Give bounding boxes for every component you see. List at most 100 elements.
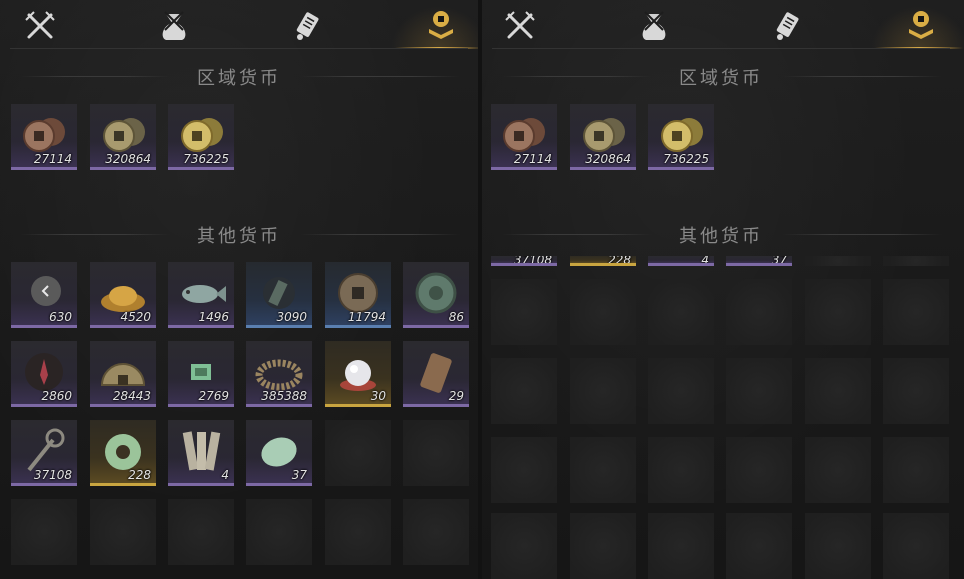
tab-currency[interactable]	[871, 6, 964, 49]
scroll-icon	[776, 12, 799, 40]
empty-slot	[648, 513, 714, 579]
section-title-other: 其他货币	[197, 226, 281, 247]
currency-slot[interactable]: 385388	[246, 341, 312, 407]
pouch-icon	[642, 11, 666, 40]
item-quantity: 736225	[663, 152, 709, 166]
empty-slot	[648, 279, 714, 345]
item-quantity: 2769	[198, 389, 229, 403]
section-title-regional: 区域货币	[679, 68, 763, 89]
item-quantity: 4	[221, 468, 229, 482]
empty-slot	[883, 256, 949, 266]
item-quantity: 228	[128, 468, 151, 482]
tab-quests[interactable]	[768, 6, 808, 46]
currency-slot[interactable]: 86	[403, 262, 469, 328]
tab-quests[interactable]	[288, 6, 328, 46]
tab-equipment[interactable]	[20, 6, 60, 46]
currency-slot[interactable]: 630	[11, 262, 77, 328]
empty-slot	[325, 499, 391, 565]
currency-panel-right: 区域货币 27114 320864 736225 其他货币 37108 228 …	[482, 0, 964, 579]
currency-icon	[429, 11, 453, 39]
empty-slot	[168, 499, 234, 565]
empty-slot	[805, 437, 871, 503]
currency-slot[interactable]: 736225	[648, 104, 714, 170]
currency-slot[interactable]: 28443	[90, 341, 156, 407]
tab-bag[interactable]	[634, 6, 674, 46]
empty-slot	[726, 279, 792, 345]
item-quantity: 3090	[276, 310, 307, 324]
tab-bag[interactable]	[154, 6, 194, 46]
empty-slot	[403, 499, 469, 565]
pouch-icon	[162, 11, 186, 40]
item-quantity: 736225	[183, 152, 229, 166]
currency-slot[interactable]: 4	[648, 256, 714, 266]
scroll-icon	[296, 12, 319, 40]
empty-slot	[883, 437, 949, 503]
empty-slot	[805, 279, 871, 345]
empty-slot	[805, 513, 871, 579]
item-quantity: 86	[448, 310, 464, 324]
item-quantity: 385388	[261, 389, 307, 403]
empty-slot	[491, 513, 557, 579]
empty-slot	[648, 437, 714, 503]
empty-slot	[491, 437, 557, 503]
currency-slot[interactable]: 37	[246, 420, 312, 486]
currency-slot[interactable]: 320864	[90, 104, 156, 170]
empty-slot	[883, 513, 949, 579]
item-quantity: 630	[49, 310, 72, 324]
currency-slot[interactable]: 4	[168, 420, 234, 486]
item-quantity: 4	[701, 256, 709, 266]
tab-bar	[482, 0, 964, 50]
item-quantity: 37108	[513, 256, 552, 266]
item-quantity: 37	[291, 468, 307, 482]
currency-slot[interactable]: 37	[726, 256, 792, 266]
crossed-swords-icon	[25, 11, 55, 39]
empty-slot	[726, 513, 792, 579]
currency-slot[interactable]: 37108	[11, 420, 77, 486]
currency-slot[interactable]: 27114	[491, 104, 557, 170]
empty-slot	[883, 358, 949, 424]
item-quantity: 320864	[585, 152, 631, 166]
tab-currency[interactable]	[391, 6, 482, 49]
item-quantity: 11794	[347, 310, 386, 324]
item-quantity: 30	[370, 389, 386, 403]
empty-slot	[726, 358, 792, 424]
currency-slot[interactable]: 4520	[90, 262, 156, 328]
tab-bar	[0, 0, 482, 50]
bamboo-slips-icon	[182, 431, 221, 471]
empty-slot	[491, 358, 557, 424]
item-quantity: 320864	[105, 152, 151, 166]
tab-divider	[492, 48, 950, 49]
currency-slot[interactable]: 37108	[491, 256, 557, 266]
currency-slot[interactable]: 228	[570, 256, 636, 266]
currency-icon	[909, 11, 933, 39]
empty-slot	[805, 256, 871, 266]
currency-slot[interactable]: 736225	[168, 104, 234, 170]
item-quantity: 1496	[198, 310, 229, 324]
empty-slot	[648, 358, 714, 424]
tab-equipment[interactable]	[500, 6, 540, 46]
item-quantity: 4520	[120, 310, 151, 324]
currency-slot[interactable]: 3090	[246, 262, 312, 328]
empty-slot	[726, 437, 792, 503]
empty-slot	[491, 279, 557, 345]
currency-slot[interactable]: 27114	[11, 104, 77, 170]
currency-slot[interactable]: 2860	[11, 341, 77, 407]
empty-slot	[883, 279, 949, 345]
currency-slot[interactable]: 2769	[168, 341, 234, 407]
currency-slot[interactable]: 29	[403, 341, 469, 407]
back-arrow-icon[interactable]	[31, 276, 61, 306]
empty-slot	[11, 499, 77, 565]
currency-slot[interactable]: 11794	[325, 262, 391, 328]
currency-slot[interactable]: 30	[325, 341, 391, 407]
section-title-other: 其他货币	[679, 226, 763, 247]
item-quantity: 37	[771, 256, 787, 266]
currency-slot[interactable]: 228	[90, 420, 156, 486]
item-quantity: 27114	[33, 152, 72, 166]
currency-slot[interactable]: 1496	[168, 262, 234, 328]
empty-slot	[570, 358, 636, 424]
crossed-swords-icon	[505, 11, 535, 39]
section-title-regional: 区域货币	[197, 68, 281, 89]
currency-slot[interactable]: 320864	[570, 104, 636, 170]
empty-slot	[570, 437, 636, 503]
tab-divider	[10, 48, 468, 49]
